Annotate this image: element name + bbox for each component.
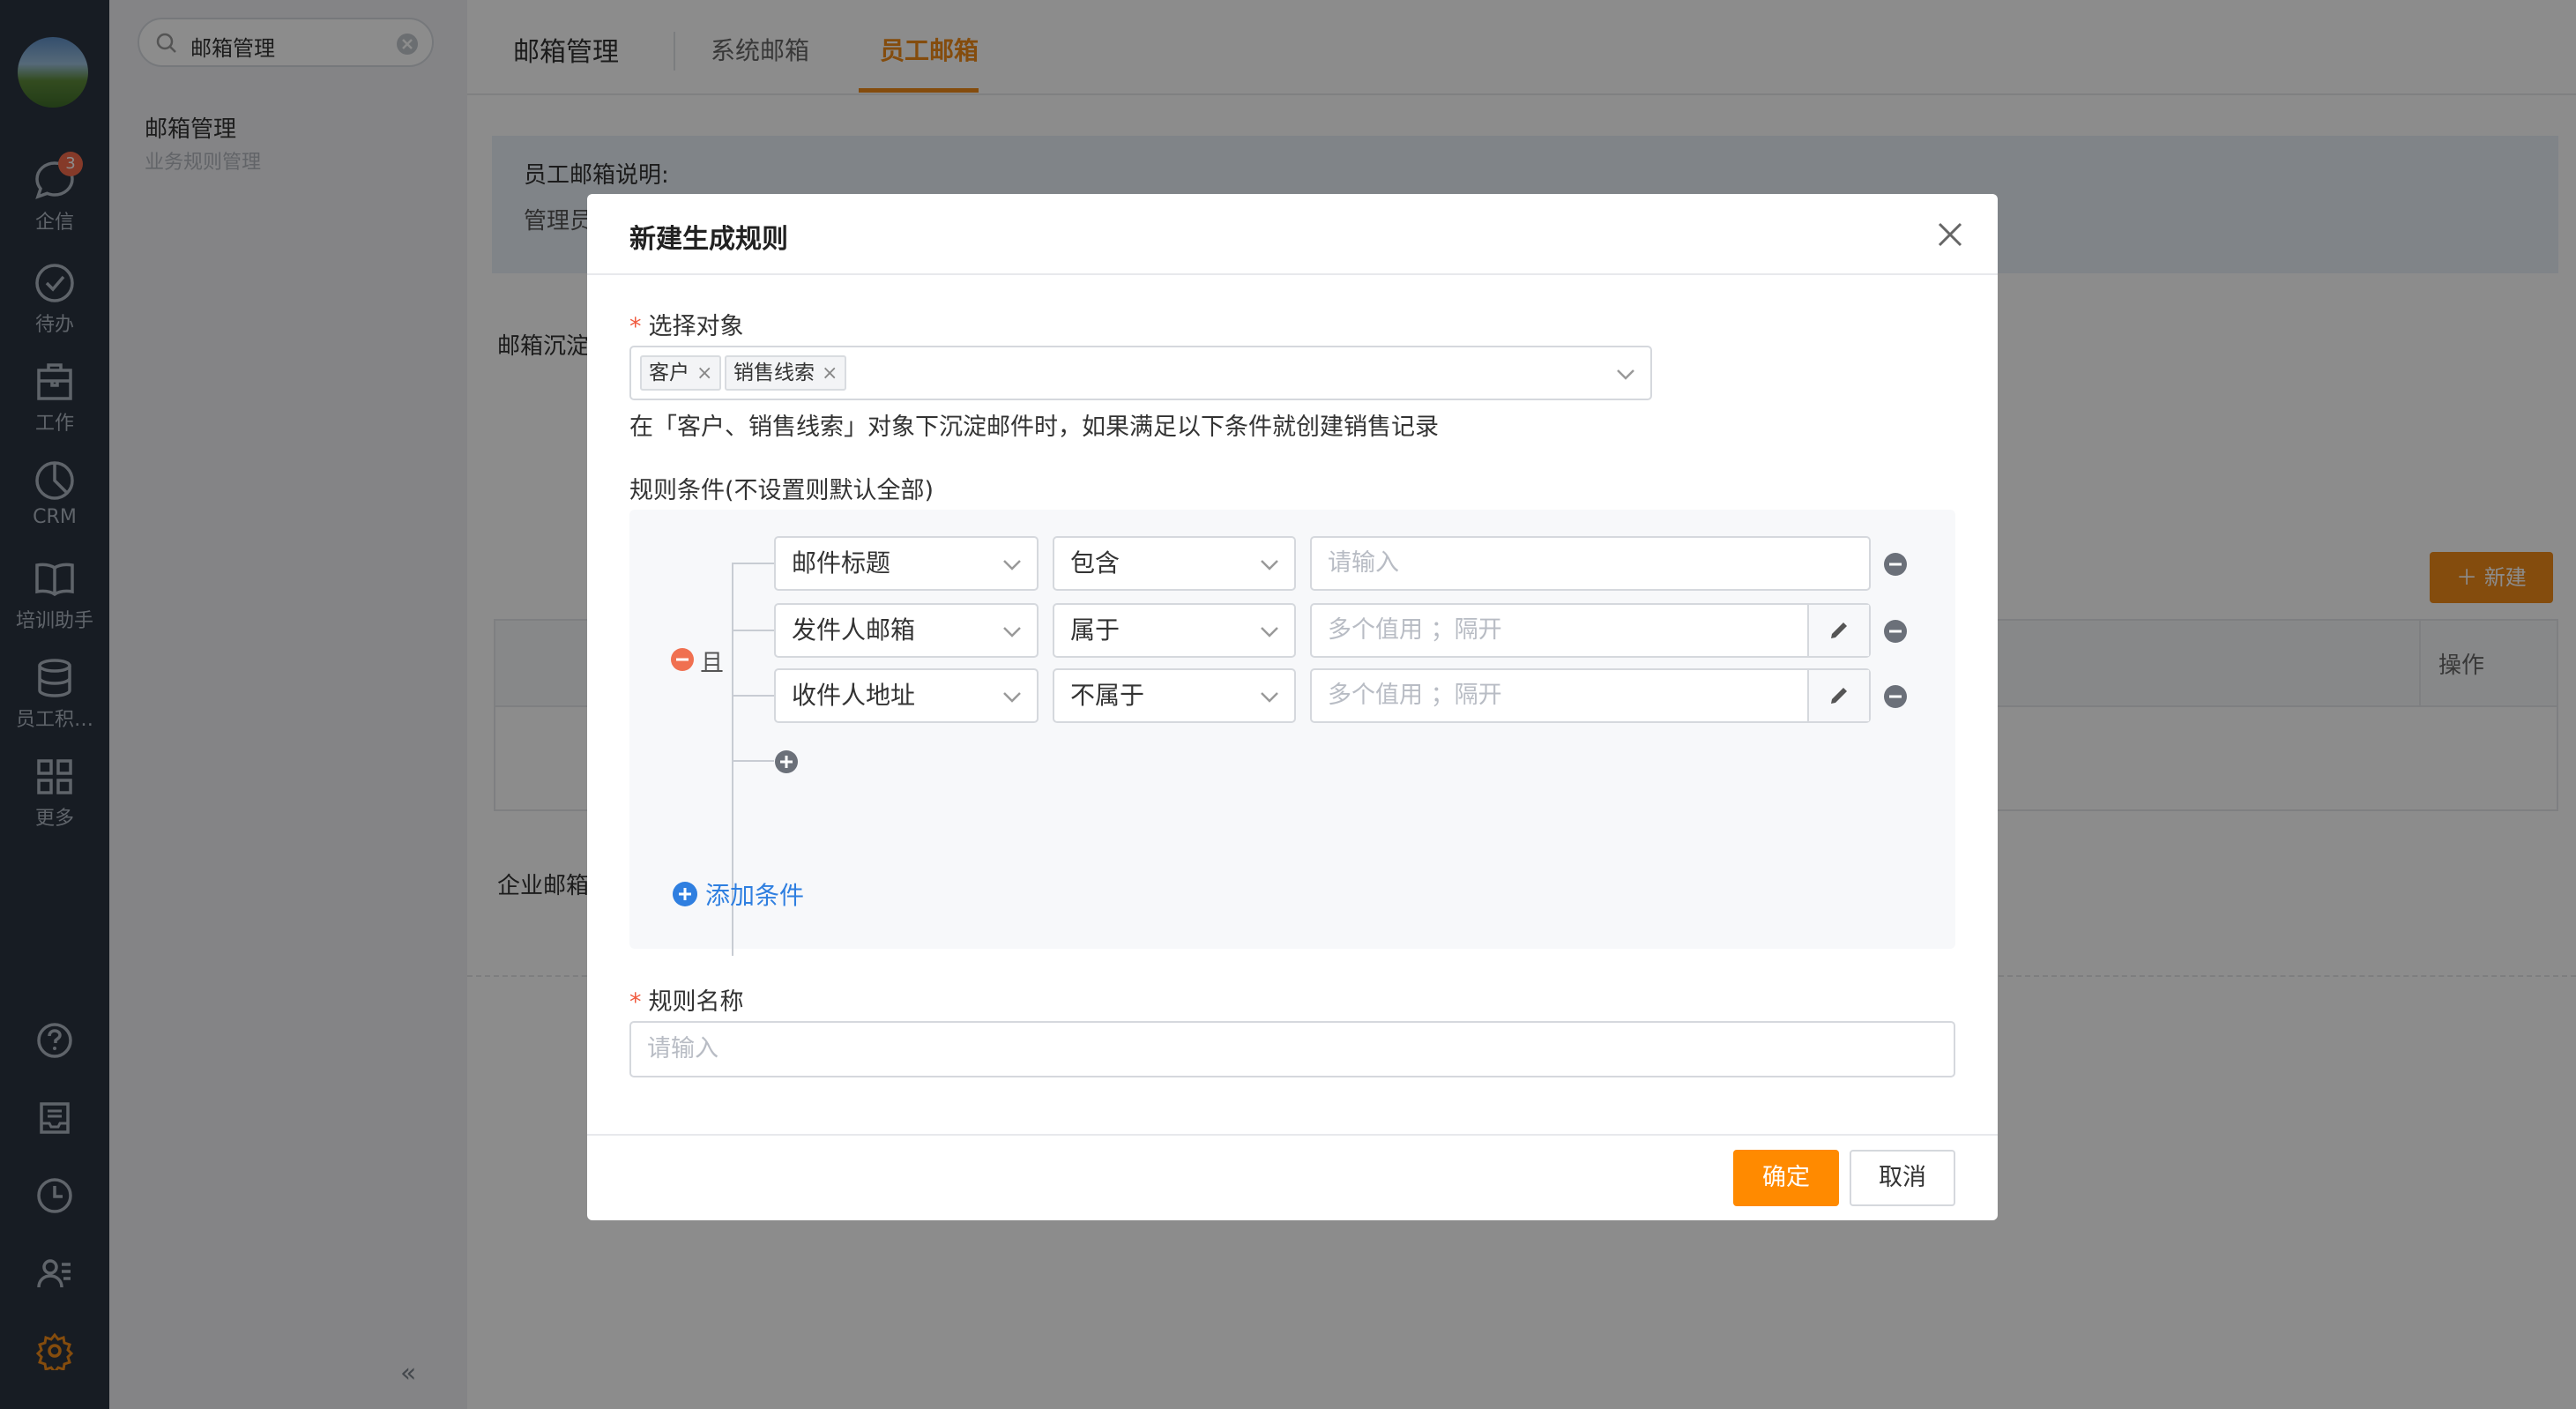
condition-field-select[interactable]: 收件人地址 [774, 668, 1039, 723]
condition-field-select[interactable]: 发件人邮箱 [774, 603, 1039, 658]
input-placeholder: 请输入 [647, 1035, 718, 1062]
object-multiselect[interactable]: 客户 × 销售线索 × [629, 346, 1652, 400]
remove-condition-icon[interactable] [1883, 684, 1908, 709]
chevron-down-icon [1261, 692, 1278, 703]
condition-operator-select[interactable]: 不属于 [1053, 668, 1296, 723]
field-value: 发件人邮箱 [792, 615, 916, 645]
condition-branch-line [732, 695, 774, 697]
add-condition-label: 添加条件 [705, 881, 805, 910]
object-chip: 客户 × [640, 355, 722, 391]
remove-condition-icon[interactable] [1883, 552, 1908, 577]
object-chip: 销售线索 × [725, 355, 847, 391]
operator-value: 属于 [1070, 615, 1120, 645]
operator-value: 包含 [1070, 548, 1120, 578]
object-field-label: * 选择对象 [629, 307, 744, 341]
operator-value: 不属于 [1070, 681, 1145, 710]
chevron-down-icon [1261, 560, 1278, 570]
condition-branch-line [732, 760, 774, 762]
dialog-header: 新建生成规则 [587, 194, 1998, 275]
close-icon[interactable] [1932, 217, 1968, 252]
edit-values-button[interactable] [1807, 670, 1869, 721]
remove-condition-icon[interactable] [1883, 619, 1908, 644]
condition-field-select[interactable]: 邮件标题 [774, 536, 1039, 591]
condition-value-input[interactable]: 多个值用 ；隔开 [1310, 603, 1871, 658]
condition-value-input[interactable]: 多个值用 ；隔开 [1310, 668, 1871, 723]
chip-remove-icon[interactable]: × [822, 362, 838, 384]
condition-branch-line [732, 630, 774, 631]
required-mark: * [629, 313, 642, 340]
remove-group-icon[interactable] [670, 647, 695, 672]
dialog-title: 新建生成规则 [629, 224, 788, 255]
rule-name-label-text: 规则名称 [648, 988, 744, 1016]
chevron-down-icon [1003, 692, 1021, 703]
add-condition-link[interactable]: 添加条件 [672, 876, 804, 912]
plus-circle-icon [673, 882, 697, 906]
input-placeholder: 多个值用 ；隔开 [1328, 616, 1502, 644]
chevron-down-icon [1003, 560, 1021, 570]
cancel-button[interactable]: 取消 [1850, 1150, 1955, 1206]
chip-remove-icon[interactable]: × [696, 362, 712, 384]
conditions-label: 规则条件(不设置则默认全部) [629, 477, 934, 504]
rule-name-input[interactable]: 请输入 [629, 1021, 1955, 1077]
chip-label: 销售线索 [733, 362, 815, 384]
new-rule-dialog: 新建生成规则 * 选择对象 客户 × 销售线索 × 在「客户、销售线索」对象下沉淀邮件… [587, 194, 1998, 1220]
confirm-button[interactable]: 确定 [1733, 1150, 1839, 1206]
edit-values-button[interactable] [1807, 605, 1869, 656]
input-placeholder: 多个值用 ；隔开 [1328, 682, 1502, 709]
required-mark: * [629, 988, 642, 1016]
add-sibling-condition-icon[interactable] [774, 749, 799, 774]
pencil-icon [1831, 688, 1847, 704]
chevron-down-icon [1003, 627, 1021, 637]
rule-name-label: * 规则名称 [629, 982, 744, 1017]
field-value: 邮件标题 [792, 548, 891, 578]
chevron-down-icon [1261, 627, 1278, 637]
condition-operator-select[interactable]: 属于 [1053, 603, 1296, 658]
dialog-footer-divider [587, 1134, 1998, 1136]
condition-operator-select[interactable]: 包含 [1053, 536, 1296, 591]
pencil-icon [1831, 622, 1847, 638]
input-placeholder: 请输入 [1328, 549, 1399, 577]
logic-operator-and[interactable]: 且 [700, 644, 724, 678]
chip-label: 客户 [649, 362, 689, 384]
condition-value-input[interactable]: 请输入 [1310, 536, 1871, 591]
field-value: 收件人地址 [792, 681, 916, 710]
object-label-text: 选择对象 [648, 313, 744, 340]
condition-branch-line [732, 563, 774, 564]
chevron-down-icon [1617, 369, 1634, 380]
object-hint-text: 在「客户、销售线索」对象下沉淀邮件时，如果满足以下条件就创建销售记录 [629, 414, 1439, 441]
